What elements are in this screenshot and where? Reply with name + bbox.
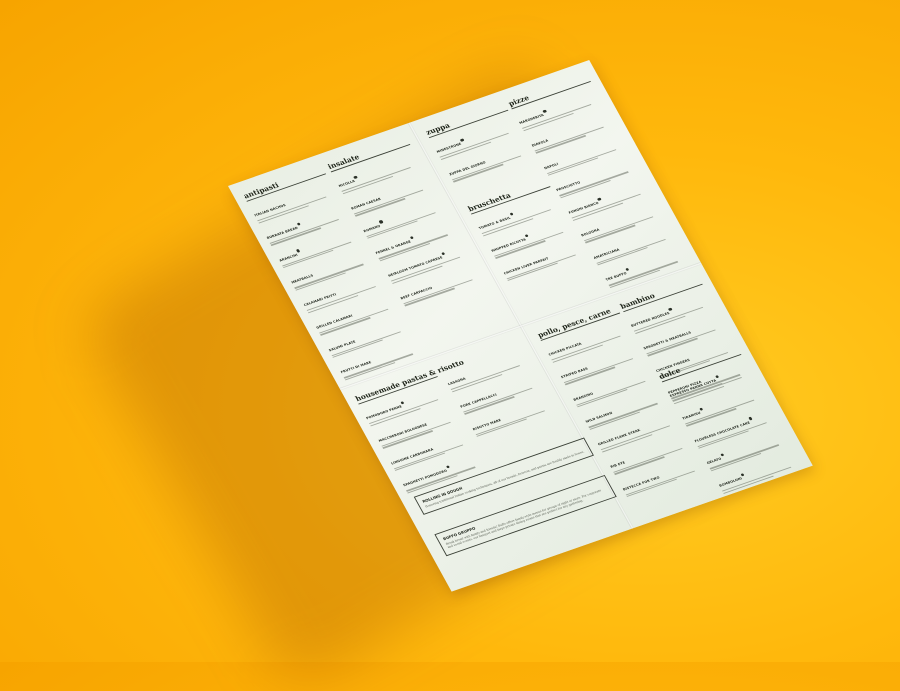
vegetarian-icon [353, 175, 358, 180]
vegetarian-icon [542, 109, 547, 114]
vegetarian-icon [668, 307, 673, 312]
vegetarian-icon [441, 251, 446, 256]
vegetarian-icon [459, 138, 465, 142]
vegetarian-icon [400, 400, 405, 405]
vegetarian-icon [597, 197, 602, 202]
vegetarian-icon [378, 220, 384, 224]
vegetarian-icon [740, 472, 745, 477]
vegetarian-icon [295, 248, 301, 253]
vegetarian-icon [524, 233, 529, 238]
description-line [453, 163, 504, 183]
vegetarian-icon [699, 407, 704, 411]
vegetarian-icon [748, 416, 753, 421]
description-line [723, 475, 774, 494]
scene: antipasti ITALIAN NACHOS BURRATA BREAD ARAN… [0, 0, 900, 691]
